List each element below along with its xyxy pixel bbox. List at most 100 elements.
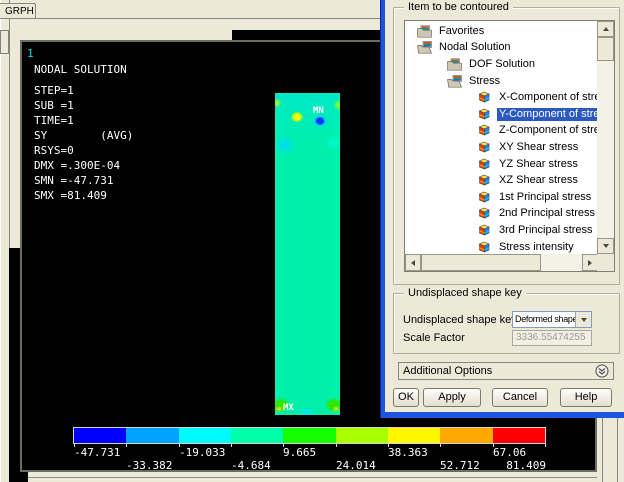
help-button[interactable]: Help (560, 388, 612, 407)
colorbar-value-label: -19.033 (179, 446, 225, 459)
dropdown-button[interactable] (575, 312, 591, 327)
folder-closed-icon (417, 25, 433, 38)
colorbar-value-label: -4.684 (231, 459, 271, 472)
colorbar-segment (440, 428, 492, 443)
tree-item-dof-solution[interactable]: DOF Solution (405, 56, 597, 73)
tree-item-label: X-Component of stress (497, 91, 597, 104)
item-to-be-contoured-title: Item to be contoured (404, 1, 513, 13)
tree-item-2nd-principal-stress[interactable]: 2nd Principal stress (405, 206, 597, 223)
ok-button[interactable]: OK (393, 388, 419, 407)
annotation-line: SMX =81.409 (34, 188, 133, 203)
result-cube-icon (477, 124, 493, 137)
colorbar-segment (74, 428, 126, 443)
tree-item-label: DOF Solution (467, 58, 537, 71)
annotation-line: STEP=1 (34, 83, 133, 98)
tree-item-favorites[interactable]: Favorites (405, 23, 597, 40)
scroll-left-button[interactable] (405, 254, 421, 271)
cancel-button[interactable]: Cancel (492, 388, 548, 407)
colorbar-value-label: 67.06 (493, 446, 526, 459)
tree-item-label: Y-Component of stress (497, 108, 597, 121)
colorbar-labels-row2: -33.382-4.68424.01452.71281.409 (74, 459, 546, 472)
tree-item-label: Favorites (437, 25, 486, 38)
tree-item-label: 1st Principal stress (497, 191, 593, 204)
contour-nodal-solution-dialog: Item to be contoured Favorites Nodal Solu… (381, 0, 624, 418)
colorbar-segment (493, 428, 545, 443)
arrow-up-icon (603, 27, 609, 31)
scroll-down-button[interactable] (597, 238, 614, 254)
arrow-left-icon (411, 260, 415, 266)
scale-factor-label: Scale Factor (403, 332, 465, 344)
annotation-line: NODAL SOLUTION (34, 62, 133, 77)
stress-contour-plot[interactable] (275, 93, 340, 415)
max-node-marker: MX (283, 403, 294, 413)
result-cube-icon (477, 141, 493, 154)
tree-item-label: XY Shear stress (497, 141, 580, 154)
apply-button[interactable]: Apply (423, 388, 481, 407)
colorbar-segment (231, 428, 283, 443)
scroll-right-button[interactable] (582, 254, 598, 271)
result-annotation-block: NODAL SOLUTION STEP=1SUB =1TIME=1SY (AVG)… (34, 62, 133, 203)
contour-item-tree[interactable]: Favorites Nodal SolutionDOF Solution Stres… (405, 21, 597, 254)
tree-item-xy-shear-stress[interactable]: XY Shear stress (405, 139, 597, 156)
colorbar-value-label: 9.665 (283, 446, 316, 459)
shape-key-selected-value: Deformed shape or (515, 314, 575, 325)
arrow-right-icon (588, 260, 592, 266)
tab-divider-line (0, 18, 382, 19)
colorbar-value-label: 24.014 (336, 459, 376, 472)
contour-legend-colorbar (74, 428, 545, 443)
tree-item-label: XZ Shear stress (497, 174, 580, 187)
arrow-down-icon (603, 244, 609, 248)
annotation-line: DMX =.300E-04 (34, 158, 133, 173)
background-window-bottom-sliver (9, 472, 28, 482)
tree-item-label: YZ Shear stress (497, 158, 580, 171)
result-cube-icon (477, 158, 493, 171)
chevron-down-icon (581, 318, 587, 322)
annotation-line: SY (AVG) (34, 128, 133, 143)
frame-mini-button[interactable] (0, 30, 9, 54)
result-cube-icon (477, 91, 493, 104)
vertical-scroll-thumb[interactable] (597, 37, 614, 61)
shape-key-dropdown[interactable]: Deformed shape or (512, 311, 592, 328)
colorbar-value-label: 81.409 (506, 459, 546, 472)
tree-item-yz-shear-stress[interactable]: YZ Shear stress (405, 156, 597, 173)
result-cube-icon (477, 241, 493, 254)
colorbar-labels-row1: -47.731-19.0339.66538.36367.06 (74, 446, 546, 459)
horizontal-scroll-thumb[interactable] (421, 254, 541, 271)
folder-open-icon (417, 41, 433, 54)
tree-item-label: 2nd Principal stress (497, 207, 597, 220)
colorbar-segment (179, 428, 231, 443)
folder-closed-icon (447, 58, 463, 71)
tree-item-nodal-solution[interactable]: Nodal Solution (405, 40, 597, 57)
scale-factor-input[interactable]: 3336.55474255 (512, 330, 592, 346)
colorbar-value-label: 38.363 (388, 446, 428, 459)
tree-item-y-component-of-stress[interactable]: Y-Component of stress (405, 106, 597, 123)
plot-number: 1 (27, 47, 34, 60)
annotation-line: SMN =-47.731 (34, 173, 133, 188)
tree-item-x-component-of-stress[interactable]: X-Component of stress (405, 89, 597, 106)
result-cube-icon (477, 224, 493, 237)
tree-item-stress[interactable]: Stress (405, 73, 597, 90)
tree-item-stress-intensity[interactable]: Stress intensity (405, 239, 597, 254)
tree-item-label: 3rd Principal stress (497, 224, 595, 237)
colorbar-segment (283, 428, 335, 443)
colorbar-value-label: 52.712 (440, 459, 480, 472)
result-cube-icon (477, 191, 493, 204)
statusbar-divider (28, 477, 597, 478)
tree-item-z-component-of-stress[interactable]: Z-Component of stress (405, 123, 597, 140)
right-frame-groove (602, 418, 618, 482)
tree-item-label: Z-Component of stress (497, 124, 597, 137)
additional-options-expander[interactable]: Additional Options (398, 362, 614, 380)
annotation-line: TIME=1 (34, 113, 133, 128)
shape-key-label: Undisplaced shape key (403, 314, 517, 326)
tree-item-1st-principal-stress[interactable]: 1st Principal stress (405, 189, 597, 206)
graphics-tab-label: GRPH (5, 6, 34, 17)
scroll-up-button[interactable] (597, 21, 614, 37)
tree-item-xz-shear-stress[interactable]: XZ Shear stress (405, 172, 597, 189)
tree-item-3rd-principal-stress[interactable]: 3rd Principal stress (405, 222, 597, 239)
scrollbar-corner (597, 254, 614, 271)
contour-item-listbox[interactable]: Favorites Nodal SolutionDOF Solution Stres… (404, 20, 615, 272)
result-cube-icon (477, 108, 493, 121)
graphics-tab[interactable]: GRPH (0, 3, 36, 19)
annotation-line: SUB =1 (34, 98, 133, 113)
annotation-line: RSYS=0 (34, 143, 133, 158)
